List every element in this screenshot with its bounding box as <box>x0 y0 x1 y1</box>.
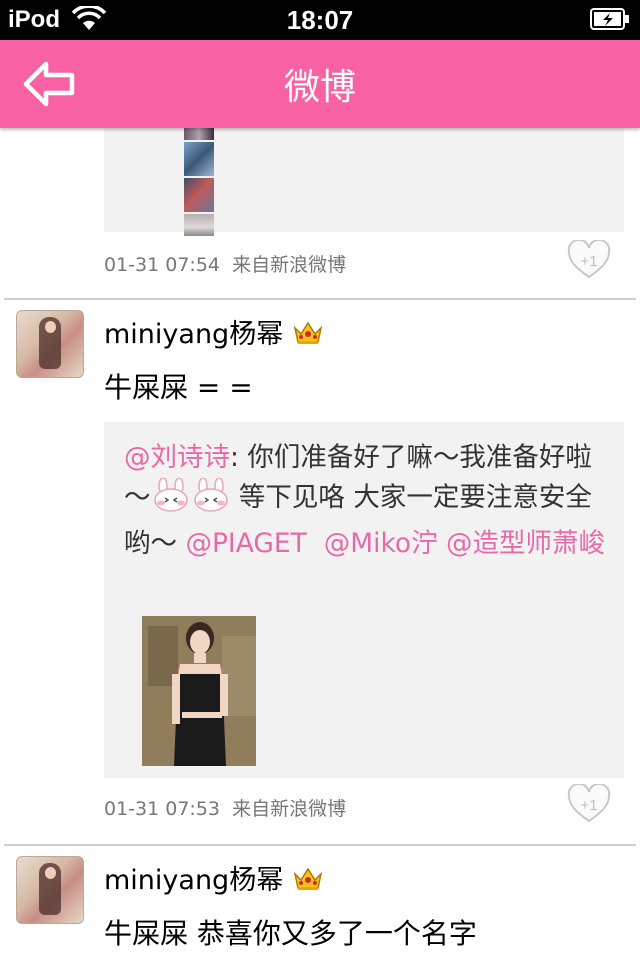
like-label: +1 <box>580 253 597 270</box>
mention-link[interactable]: @造型师萧峻 <box>446 528 605 559</box>
post-photo[interactable] <box>142 616 256 766</box>
navigation-bar: 微博 <box>0 40 640 128</box>
post-meta: 01-31 07:53 来自新浪微博 <box>104 794 346 821</box>
heart-icon: +1 <box>567 238 611 279</box>
post-source: 来自新浪微博 <box>232 798 347 820</box>
post-username[interactable]: miniyang杨幂 <box>104 858 323 899</box>
status-bar: iPod 18:07 <box>0 0 640 40</box>
battery-charging-icon <box>590 8 630 34</box>
avatar[interactable] <box>16 856 84 924</box>
post-text: 牛屎屎 恭喜你又多了一个名字 <box>104 917 477 950</box>
retweet-box[interactable] <box>104 128 624 232</box>
retweet-text: @刘诗诗: 你们准备好了嘛～我准备好啦～ 等下见咯 大家一定要注意安全哟～ @P… <box>124 438 612 564</box>
bunny-emoji-icon <box>152 477 190 524</box>
thumbnail-strip[interactable] <box>184 128 214 238</box>
mention-link[interactable]: @Miko泞 <box>324 528 438 559</box>
username-text[interactable]: miniyang杨幂 <box>104 865 283 896</box>
post-source: 来自新浪微博 <box>232 254 347 276</box>
avatar[interactable] <box>16 310 84 378</box>
heart-icon: +1 <box>567 782 611 823</box>
mention-link[interactable]: @PIAGET <box>185 528 306 559</box>
post-username[interactable]: miniyang杨幂 <box>104 312 323 353</box>
like-button[interactable]: +1 <box>566 238 612 280</box>
like-label: +1 <box>580 797 597 814</box>
page-title: 微博 <box>283 67 356 108</box>
crown-icon <box>293 318 323 353</box>
bunny-emoji-icon <box>192 477 230 524</box>
mention-link[interactable]: @刘诗诗 <box>124 442 230 473</box>
post-text: 牛屎屎 = = <box>104 371 253 404</box>
like-button[interactable]: +1 <box>566 782 612 824</box>
feed[interactable]: 01-31 07:54 来自新浪微博 +1 miniyang杨幂 牛屎屎 = =… <box>0 128 640 960</box>
crown-icon <box>293 864 323 899</box>
username-text[interactable]: miniyang杨幂 <box>104 319 283 350</box>
post-timestamp: 01-31 07:53 <box>104 798 221 820</box>
post-timestamp: 01-31 07:54 <box>104 254 221 276</box>
divider <box>4 844 636 846</box>
post-meta: 01-31 07:54 来自新浪微博 <box>104 250 346 277</box>
clock: 18:07 <box>286 5 354 35</box>
divider <box>4 298 636 300</box>
